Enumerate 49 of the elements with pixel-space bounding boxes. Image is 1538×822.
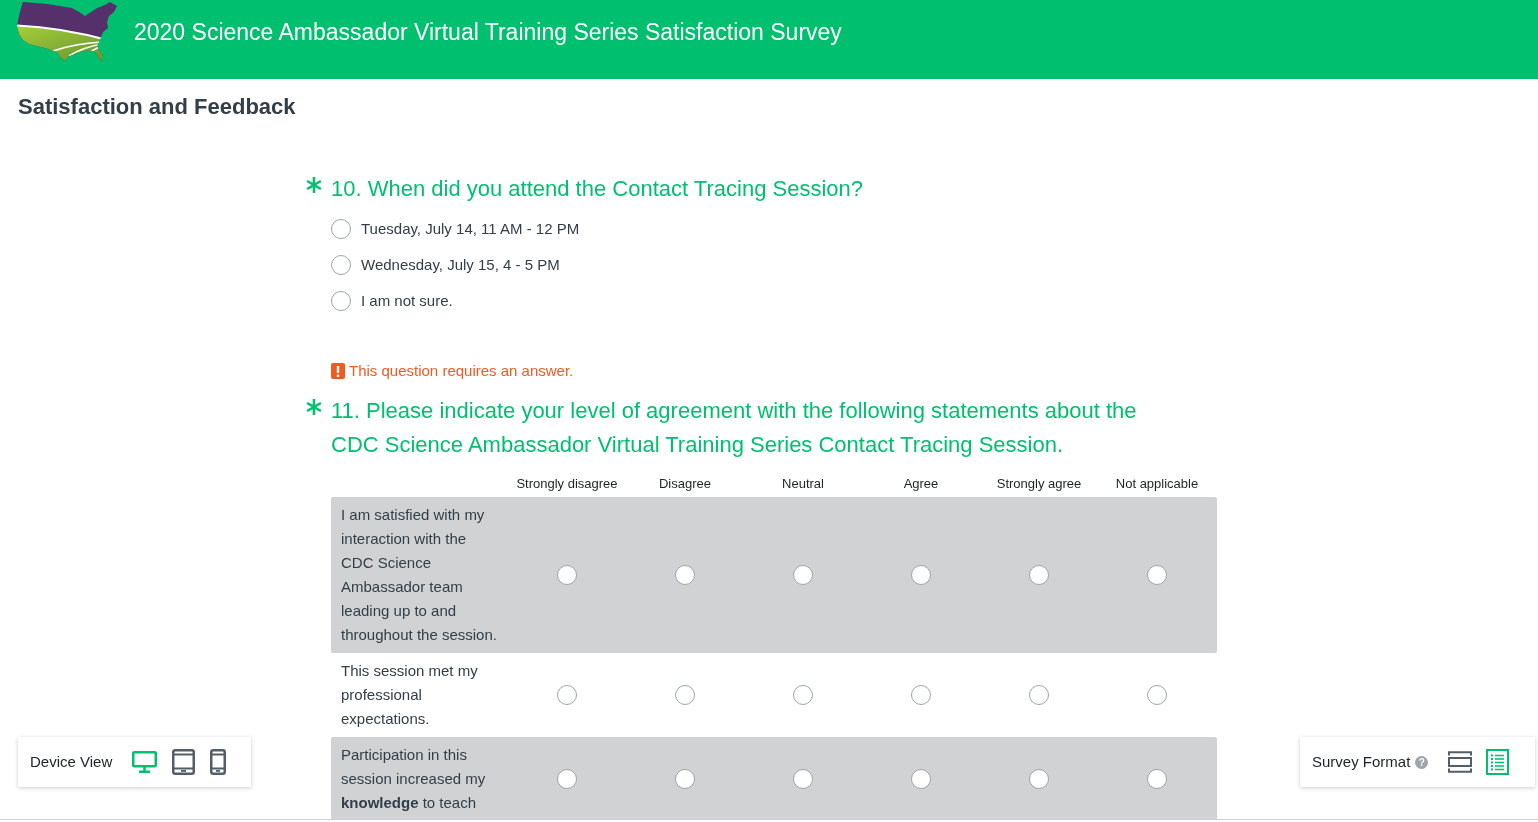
panel-label: Device View	[30, 752, 113, 772]
option-label[interactable]: Tuesday, July 14, 11 AM - 12 PM	[361, 219, 580, 239]
device-view-button[interactable]	[172, 749, 196, 775]
radio-button[interactable]	[1147, 565, 1167, 585]
error-message: This question requires an answer.	[349, 361, 574, 381]
page-title: Satisfaction and Feedback	[18, 93, 296, 121]
column-header: Disagree	[659, 476, 711, 492]
error-icon	[331, 363, 345, 379]
radio-button[interactable]	[557, 769, 577, 789]
phone-icon	[210, 749, 227, 775]
radio-button[interactable]	[793, 685, 813, 705]
column-header: Agree	[903, 476, 939, 492]
radio-button[interactable]	[911, 685, 931, 705]
option-label[interactable]: Wednesday, July 15, 4 - 5 PM	[361, 255, 560, 275]
desktop-monitor-icon	[132, 751, 158, 773]
option-label[interactable]: I am not sure.	[361, 291, 453, 311]
radio-button[interactable]	[1029, 565, 1049, 585]
radio-button[interactable]	[557, 685, 577, 705]
column-header: Not applicable	[1115, 476, 1199, 492]
radio-button[interactable]	[1147, 769, 1167, 789]
radio-button[interactable]	[557, 565, 577, 585]
question-title: 11. Please indicate your level of agreement with the following statements about the CDC Science Ambassador Virtual Training Series Contact Tracing Session.	[331, 397, 1138, 459]
row-statement: Participation in this session increased my knowledge to teach	[340, 745, 487, 813]
list-icon	[1486, 749, 1510, 775]
single-card-icon	[1448, 751, 1473, 773]
panel-label: Survey Format	[1312, 752, 1411, 772]
survey-format-button[interactable]	[1448, 751, 1473, 773]
radio-button[interactable]	[331, 291, 351, 311]
radio-button[interactable]	[331, 219, 351, 239]
radio-button[interactable]	[911, 769, 931, 789]
question-title: 10. When did you attend the Contact Tracing Session?	[331, 175, 863, 203]
radio-button[interactable]	[1147, 685, 1167, 705]
radio-button[interactable]	[911, 565, 931, 585]
radio-button[interactable]	[675, 769, 695, 789]
radio-button[interactable]	[331, 255, 351, 275]
radio-button[interactable]	[1029, 769, 1049, 789]
radio-button[interactable]	[675, 565, 695, 585]
tablet-icon	[172, 749, 196, 775]
radio-button[interactable]	[1029, 685, 1049, 705]
column-header: Strongly agree	[996, 476, 1082, 492]
device-view-button[interactable]	[210, 749, 227, 775]
radio-button[interactable]	[793, 565, 813, 585]
survey-title: 2020 Science Ambassador Virtual Training Series Satisfaction Survey	[134, 18, 842, 46]
radio-button[interactable]	[793, 769, 813, 789]
row-statement: I am satisfied with my interaction with the CDC Science Ambassador team leading up to and throughout the session.	[340, 505, 498, 645]
row-statement: This session met my professional expectations.	[340, 661, 479, 729]
column-header: Neutral	[782, 476, 824, 492]
column-header: Strongly disagree	[516, 476, 618, 492]
radio-button[interactable]	[675, 685, 695, 705]
